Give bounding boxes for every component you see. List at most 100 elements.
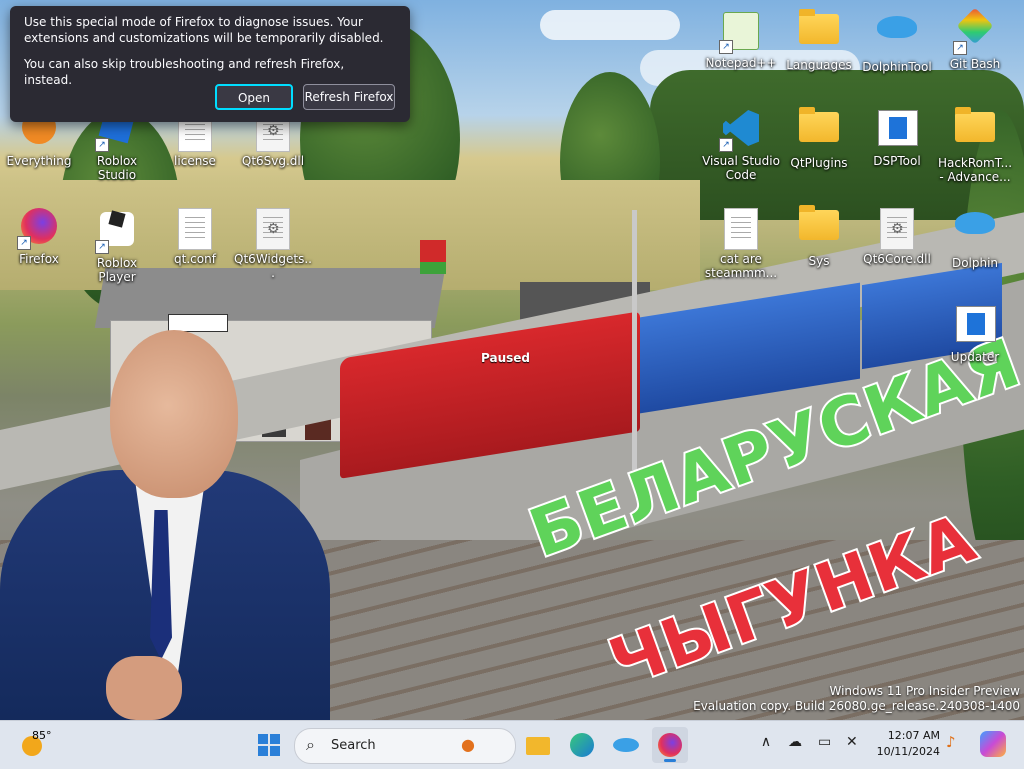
desktop-icon-hackromtool[interactable]: HackRomT... - Advance...: [936, 104, 1014, 184]
shortcut-arrow-icon: ↗: [953, 41, 967, 55]
icon-label: cat are steammm...: [704, 252, 778, 280]
icon-label: Notepad++: [705, 56, 777, 70]
file-explorer-button[interactable]: [520, 727, 556, 763]
icon-label: Dolphin: [951, 256, 999, 270]
open-button[interactable]: Open: [215, 84, 293, 110]
desktop-icon-dsptool[interactable]: DSPTool: [858, 104, 936, 182]
icon-label: qt.conf: [174, 252, 216, 266]
dolphin-icon: [955, 212, 995, 252]
icon-label: Qt6Svg.dll: [241, 154, 305, 168]
windows-logo-icon: [258, 734, 280, 756]
pole: [632, 210, 637, 470]
desktop-icon-firefox[interactable]: ↗ Firefox: [0, 202, 78, 280]
clock-time: 12:07 AM: [887, 729, 940, 742]
icon-label: license: [174, 154, 216, 168]
desktop-icon-updater[interactable]: Updater: [936, 300, 1014, 378]
icon-label: Qt6Core.dll: [863, 252, 931, 266]
show-hidden-icons-button[interactable]: ∧: [756, 734, 776, 754]
dolphin-icon: [877, 16, 917, 56]
paused-label: Paused: [481, 351, 530, 365]
firefox-troubleshoot-popup: Use this special mode of Firefox to diag…: [10, 6, 410, 122]
icon-label: Firefox: [19, 252, 59, 266]
firefox-icon: [658, 733, 682, 757]
edge-button[interactable]: [564, 727, 600, 763]
volume-muted-icon[interactable]: ✕: [846, 734, 866, 754]
dolphin-icon: [613, 738, 639, 752]
desktop-icon-qtconf[interactable]: qt.conf: [156, 202, 234, 280]
dll-file-icon: ⚙: [253, 208, 293, 250]
search-icon: ⌕: [306, 735, 315, 754]
folder-icon: [799, 9, 839, 54]
desktop-icon-notepadpp[interactable]: ↗ Notepad++: [702, 6, 780, 84]
person-head: [110, 330, 238, 498]
desktop-icon-catare[interactable]: cat are steammm...: [702, 202, 780, 280]
taskbar-search-box[interactable]: ⌕ Search ●: [294, 728, 516, 764]
icon-label: Sys: [808, 254, 830, 268]
desktop-icon-vscode[interactable]: ↗ Visual Studio Code: [702, 104, 780, 182]
app-window-icon: [955, 306, 996, 346]
dll-file-icon: ⚙: [877, 208, 917, 250]
desktop-icon-gitbash[interactable]: ↗ Git Bash: [936, 6, 1014, 84]
firefox-icon: ↗: [17, 208, 59, 250]
desktop-icon-qt6widgets[interactable]: ⚙ Qt6Widgets...: [234, 202, 312, 280]
icon-label: DolphinTool: [862, 60, 932, 74]
watermark-line1: Windows 11 Pro Insider Preview: [829, 684, 1020, 698]
taskbar: 85° ⌕ Search ● ∧ ☁ ▭ ✕ 12:07 AM 10/11/20…: [0, 720, 1024, 769]
clock-date: 10/11/2024: [876, 745, 940, 758]
firefox-taskbar-button[interactable]: [652, 727, 688, 763]
dolphin-taskbar-button[interactable]: [608, 727, 644, 763]
text-file-icon: [721, 208, 761, 250]
icon-label: Roblox Studio: [96, 154, 138, 182]
popup-message-1: Use this special mode of Firefox to diag…: [24, 15, 384, 45]
folder-icon: [799, 205, 839, 250]
shortcut-arrow-icon: ↗: [17, 236, 31, 250]
folder-icon: [799, 107, 839, 152]
icon-label: Git Bash: [949, 57, 1001, 71]
desktop-icon-languages[interactable]: Languages: [780, 6, 858, 84]
desktop-icon-qtplugins[interactable]: QtPlugins: [780, 104, 858, 182]
icon-label: Qt6Widgets...: [234, 252, 312, 280]
desktop-icon-qt6core[interactable]: ⚙ Qt6Core.dll: [858, 202, 936, 280]
vscode-icon: ↗: [719, 110, 761, 152]
display-icon[interactable]: ▭: [818, 734, 838, 754]
app-window-icon: [877, 110, 918, 150]
icon-label: Visual Studio Code: [702, 154, 780, 182]
halloween-search-highlight-icon: ●: [461, 735, 475, 754]
copilot-icon[interactable]: [980, 731, 1006, 757]
file-icon: [175, 208, 215, 250]
shortcut-arrow-icon: ↗: [719, 40, 733, 54]
desktop: Paused БЕЛАРУСКАЯ ЧЫГУНКА Everything ↗ R…: [0, 0, 1024, 720]
desktop-icon-dolphintool[interactable]: DolphinTool: [858, 6, 936, 84]
cloud: [540, 10, 680, 40]
watermark-line2: Evaluation copy. Build 26080.ge_release.…: [693, 699, 1020, 713]
folder-icon: [955, 107, 995, 152]
icon-label: DSPTool: [873, 154, 921, 168]
icon-label: HackRomT... - Advance...: [937, 156, 1013, 184]
weather-widget[interactable]: 85°: [16, 727, 72, 763]
refresh-firefox-button[interactable]: Refresh Firefox: [303, 84, 395, 110]
shortcut-arrow-icon: ↗: [719, 138, 733, 152]
search-placeholder: Search: [331, 738, 376, 753]
clock[interactable]: 12:07 AM 10/11/2024: [872, 728, 940, 760]
icon-label: Updater: [950, 350, 1000, 364]
git-bash-icon: ↗: [953, 7, 995, 55]
notepadpp-icon: ↗: [719, 12, 761, 54]
start-button[interactable]: [251, 727, 287, 763]
desktop-icon-roblox-player[interactable]: ↗ Roblox Player: [78, 202, 156, 284]
desktop-icon-dolphin[interactable]: Dolphin: [936, 202, 1014, 280]
weather-temp: 85°: [32, 729, 52, 742]
edge-icon: [570, 733, 594, 757]
active-indicator: [664, 759, 676, 762]
roblox-player-icon: ↗: [95, 210, 137, 254]
person-hands: [106, 656, 182, 720]
folder-icon: [526, 737, 550, 755]
network-icon[interactable]: ☁: [788, 734, 808, 754]
notification-bell-icon[interactable]: ♪: [946, 733, 966, 755]
icon-label: Roblox Player: [96, 256, 138, 284]
shortcut-arrow-icon: ↗: [95, 138, 109, 152]
windows-watermark: Windows 11 Pro Insider Preview Evaluatio…: [693, 684, 1020, 714]
desktop-icon-sys[interactable]: Sys: [780, 202, 858, 280]
icon-label: Languages: [786, 58, 852, 72]
icon-label: QtPlugins: [790, 156, 848, 170]
shortcut-arrow-icon: ↗: [95, 240, 109, 254]
